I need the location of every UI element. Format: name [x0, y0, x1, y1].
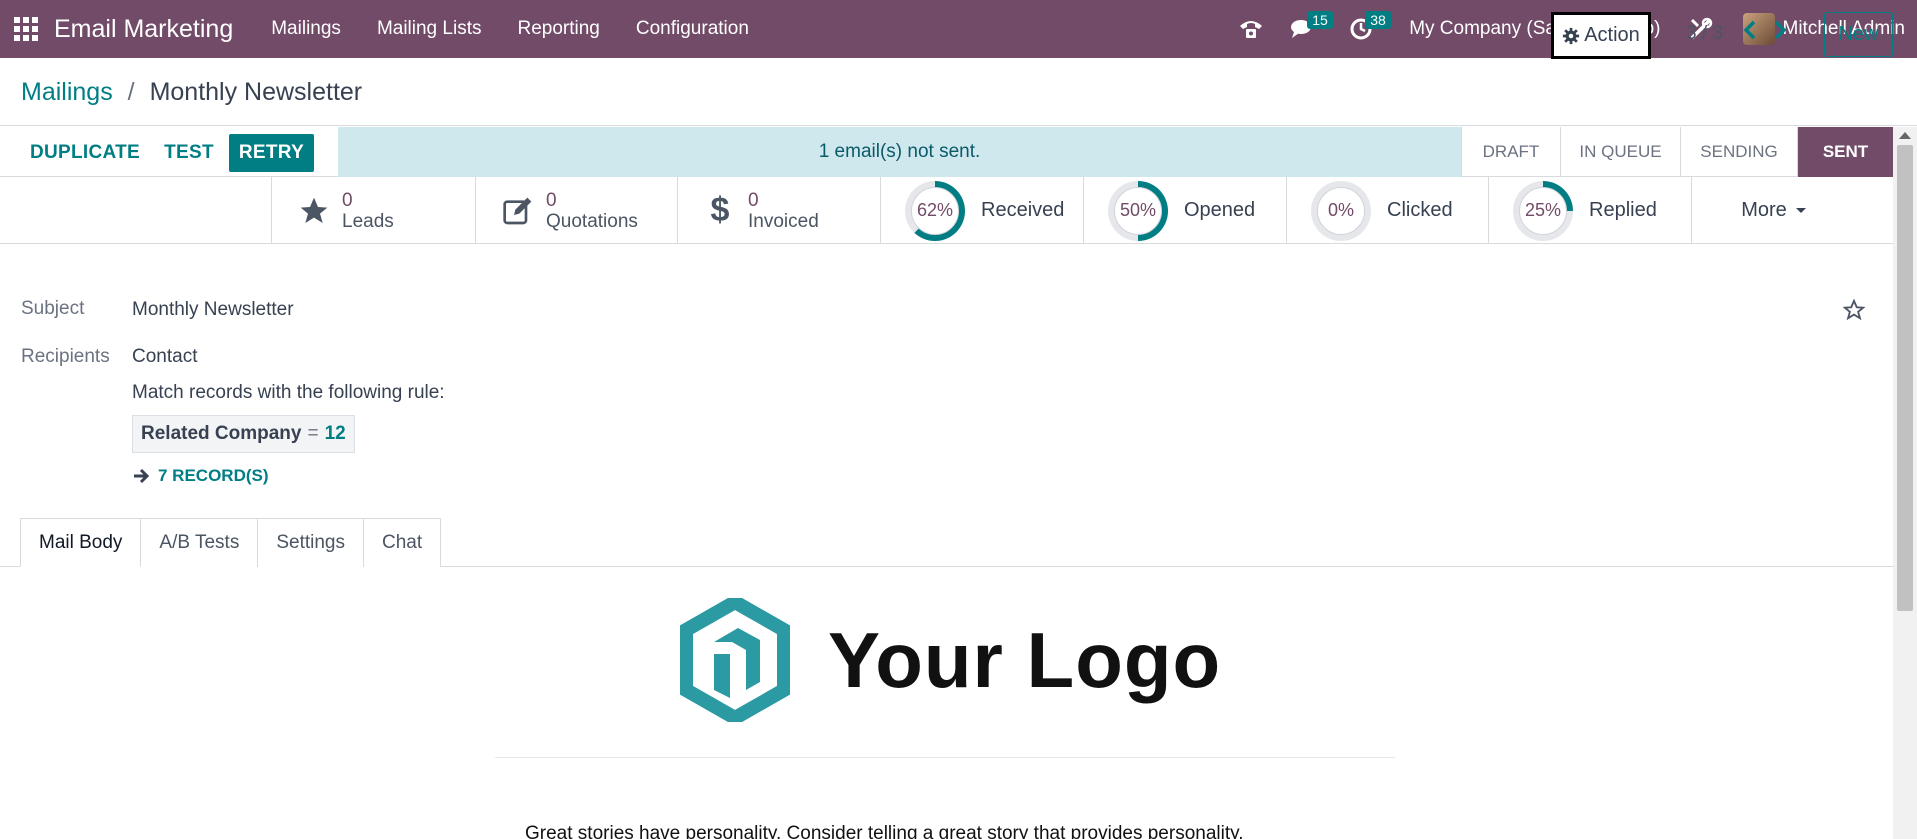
- tab-settings[interactable]: Settings: [257, 518, 364, 567]
- more-label: More: [1741, 199, 1787, 221]
- dollar-icon: $: [710, 191, 730, 229]
- received-gauge: 62%: [905, 180, 965, 241]
- activities-clock-icon[interactable]: 38: [1341, 0, 1391, 58]
- menu-mailing-lists[interactable]: Mailing Lists: [359, 18, 500, 40]
- scrollbar-thumb[interactable]: [1897, 145, 1913, 611]
- tab-ab-tests[interactable]: A/B Tests: [140, 518, 259, 567]
- stage-in-queue[interactable]: IN QUEUE: [1560, 127, 1680, 177]
- opened-percent: 50%: [1114, 186, 1162, 235]
- subject-field[interactable]: Monthly Newsletter: [132, 299, 294, 321]
- clicked-gauge: 0%: [1311, 180, 1371, 241]
- breadcrumb-mailings[interactable]: Mailings: [21, 78, 113, 106]
- tab-mail-body[interactable]: Mail Body: [20, 518, 142, 567]
- records-count: 7 RECORD(S): [158, 466, 269, 485]
- notebook-tabs: Mail Body A/B Tests Settings Chat: [20, 518, 442, 567]
- stat-buttons: 0 Leads 0 Quotations $ 0 Invoiced 62% Recei…: [0, 177, 1893, 244]
- duplicate-button[interactable]: DUPLICATE: [20, 134, 150, 172]
- stat-opened[interactable]: 50% Opened: [1083, 177, 1286, 244]
- leads-label: Leads: [342, 210, 394, 232]
- edit-icon: [503, 197, 532, 224]
- invoiced-label: Invoiced: [748, 210, 819, 232]
- logo-hexagon-icon: [680, 598, 790, 722]
- menu-reporting[interactable]: Reporting: [499, 18, 617, 40]
- opened-label: Opened: [1184, 199, 1256, 221]
- control-panel: Mailings / Monthly Newsletter: [0, 58, 1917, 126]
- retry-button[interactable]: RETRY: [229, 134, 314, 172]
- recipients-label: Recipients: [21, 346, 110, 367]
- pager-next-icon[interactable]: [1773, 20, 1787, 45]
- stat-invoiced[interactable]: $ 0 Invoiced: [677, 177, 880, 244]
- stat-replied[interactable]: 25% Replied: [1488, 177, 1691, 244]
- stat-leads[interactable]: 0 Leads: [271, 177, 475, 244]
- app-brand[interactable]: Email Marketing: [54, 15, 233, 44]
- gear-icon: [1563, 27, 1580, 44]
- replied-gauge: 25%: [1513, 180, 1573, 241]
- clicked-label: Clicked: [1387, 199, 1453, 221]
- caret-down-icon: [1795, 207, 1806, 213]
- favorite-star-icon[interactable]: [1843, 299, 1865, 321]
- arrow-right-icon: [134, 468, 150, 484]
- replied-label: Replied: [1589, 199, 1657, 221]
- logo-text: Your Logo: [828, 615, 1222, 704]
- quotations-count: 0: [546, 189, 557, 211]
- stat-received[interactable]: 62% Received: [880, 177, 1083, 244]
- stage-pipeline: DRAFT IN QUEUE SENDING SENT: [1461, 127, 1893, 177]
- rule-description: Match records with the following rule:: [132, 382, 445, 403]
- status-bar: DUPLICATE TEST RETRY 1 email(s) not sent…: [0, 127, 1893, 177]
- stage-sent[interactable]: SENT: [1797, 127, 1893, 177]
- phone-icon[interactable]: [1231, 0, 1271, 58]
- leads-count: 0: [342, 189, 353, 211]
- records-link[interactable]: 7 RECORD(S): [132, 466, 269, 486]
- action-button[interactable]: Action: [1551, 12, 1651, 59]
- stage-draft[interactable]: DRAFT: [1461, 127, 1560, 177]
- rule-field: Related Company: [141, 423, 302, 444]
- messages-count-badge: 15: [1307, 11, 1333, 29]
- mail-divider: [495, 757, 1395, 758]
- stat-quotations[interactable]: 0 Quotations: [475, 177, 677, 244]
- breadcrumb-separator: /: [127, 78, 135, 106]
- menu-configuration[interactable]: Configuration: [618, 18, 767, 40]
- invoiced-count: 0: [748, 189, 759, 211]
- app-menu-icon[interactable]: [14, 17, 38, 41]
- main-menu: Mailings Mailing Lists Reporting Configu…: [253, 18, 767, 40]
- breadcrumb: Mailings / Monthly Newsletter: [21, 78, 362, 107]
- tab-chat[interactable]: Chat: [362, 518, 442, 567]
- replied-percent: 25%: [1519, 186, 1567, 235]
- mail-story-text[interactable]: Great stories have personality. Consider…: [525, 823, 1243, 839]
- rule-value: 12: [324, 423, 346, 444]
- messages-icon[interactable]: 15: [1283, 0, 1333, 58]
- activities-count-badge: 38: [1365, 11, 1391, 29]
- breadcrumb-current: Monthly Newsletter: [149, 78, 363, 106]
- domain-rule[interactable]: Related Company = 12: [132, 415, 355, 453]
- received-label: Received: [981, 199, 1065, 221]
- opened-gauge: 50%: [1108, 180, 1168, 241]
- menu-mailings[interactable]: Mailings: [253, 18, 359, 40]
- star-icon: [300, 197, 328, 223]
- not-sent-notice: 1 email(s) not sent.: [338, 127, 1461, 177]
- action-label: Action: [1584, 24, 1640, 46]
- clicked-percent: 0%: [1317, 186, 1365, 235]
- pager-previous-icon[interactable]: [1743, 20, 1757, 45]
- new-button[interactable]: New: [1824, 12, 1893, 57]
- test-button[interactable]: TEST: [157, 134, 221, 172]
- pager-value[interactable]: 3 / 3: [1686, 23, 1723, 45]
- quotations-label: Quotations: [546, 210, 638, 232]
- stat-spacer: [0, 177, 271, 243]
- mail-logo[interactable]: Your Logo: [680, 598, 1221, 722]
- more-button[interactable]: More: [1691, 177, 1856, 244]
- stat-clicked[interactable]: 0% Clicked: [1286, 177, 1488, 244]
- recipients-field[interactable]: Contact: [132, 346, 197, 368]
- rule-operator: =: [307, 423, 319, 444]
- stage-sending[interactable]: SENDING: [1680, 127, 1797, 177]
- received-percent: 62%: [911, 186, 959, 235]
- subject-label: Subject: [21, 298, 85, 319]
- scroll-up-icon[interactable]: [1899, 132, 1911, 139]
